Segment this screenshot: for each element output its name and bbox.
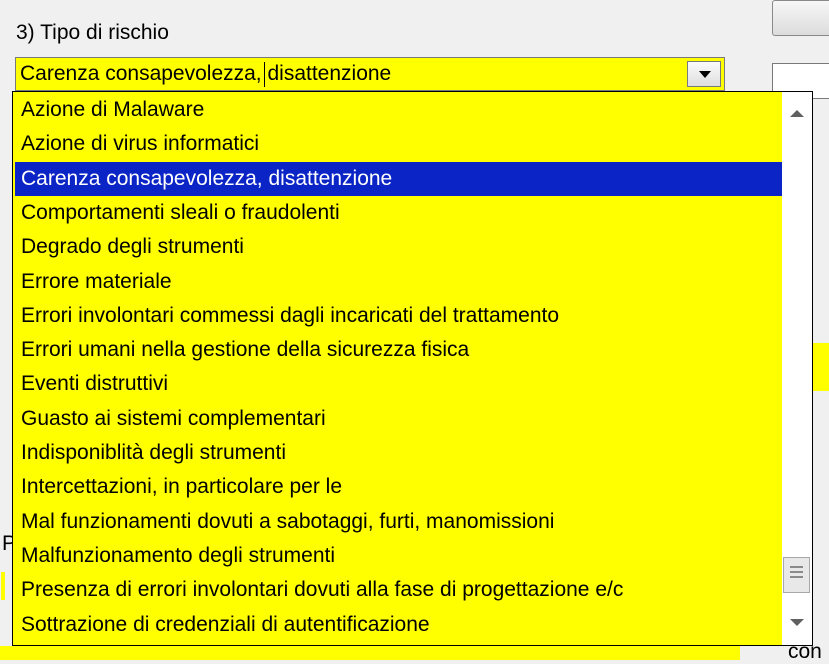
dropdown-option[interactable]: Errore materiale	[15, 265, 782, 299]
dropdown-option[interactable]: Guasto ai sistemi complementari	[15, 402, 782, 436]
field-label: 3) Tipo di rischio	[16, 21, 169, 44]
dropdown-option[interactable]: Mal funzionamenti dovuti a sabotaggi, fu…	[15, 505, 782, 539]
dropdown-option[interactable]: Errori umani nella gestione della sicure…	[15, 333, 782, 367]
dropdown-option[interactable]: Malfunzionamento degli strumenti	[15, 539, 782, 573]
dropdown-list[interactable]: Azione di Malaware Azione di virus inform…	[12, 91, 813, 646]
dropdown-option[interactable]: Degrado degli strumenti	[15, 230, 782, 264]
background-field-fragment	[1, 572, 5, 600]
dropdown-option[interactable]: Sottrazione di credenziali di autentific…	[15, 608, 782, 642]
dropdown-option[interactable]: Presenza di errori involontari dovuti al…	[15, 573, 782, 607]
background-field-bottom	[0, 646, 740, 660]
risk-type-combobox[interactable]: Carenza consapevolezza, disattenzione	[15, 57, 725, 91]
scrollbar-thumb[interactable]	[783, 557, 810, 593]
combobox-value[interactable]: Carenza consapevolezza, disattenzione	[20, 61, 391, 87]
dropdown-option[interactable]: Indisponiblità degli strumenti	[15, 436, 782, 470]
background-button[interactable]	[772, 0, 829, 36]
background-field-edge	[813, 343, 829, 391]
dropdown-option[interactable]: Intercettazioni, in particolare per le	[15, 470, 782, 504]
dropdown-option[interactable]: Azione di virus informatici	[15, 127, 782, 161]
combobox-dropdown-button[interactable]	[687, 61, 721, 87]
scroll-up-icon	[790, 110, 804, 117]
vertical-scrollbar[interactable]	[782, 92, 812, 645]
dropdown-option[interactable]: Comportamenti sleali o fraudolenti	[15, 196, 782, 230]
dropdown-option[interactable]: Eventi distruttivi	[15, 367, 782, 401]
dropdown-option[interactable]: Errori involontari commessi dagli incari…	[15, 299, 782, 333]
dropdown-option[interactable]: Azione di Malaware	[15, 93, 782, 127]
scroll-down-button[interactable]	[782, 609, 812, 645]
text-caret	[264, 62, 265, 87]
grip-icon	[790, 566, 803, 581]
scroll-up-button[interactable]	[782, 92, 812, 128]
dropdown-option[interactable]: Carenza consapevolezza, disattenzione	[15, 161, 782, 196]
chevron-down-icon	[699, 71, 711, 78]
scroll-down-icon	[790, 619, 804, 626]
